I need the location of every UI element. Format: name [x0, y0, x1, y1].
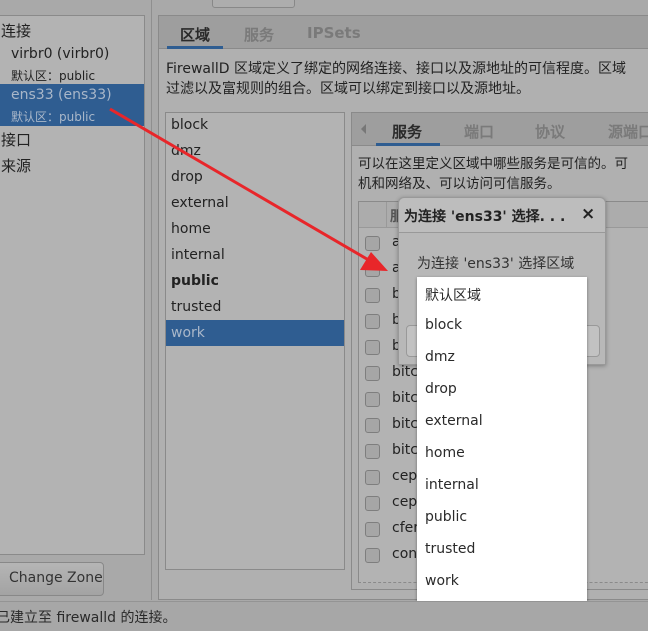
annotation-arrow-icon — [109, 107, 388, 271]
arrow-head — [360, 252, 388, 271]
arrow-shaft — [109, 107, 373, 264]
